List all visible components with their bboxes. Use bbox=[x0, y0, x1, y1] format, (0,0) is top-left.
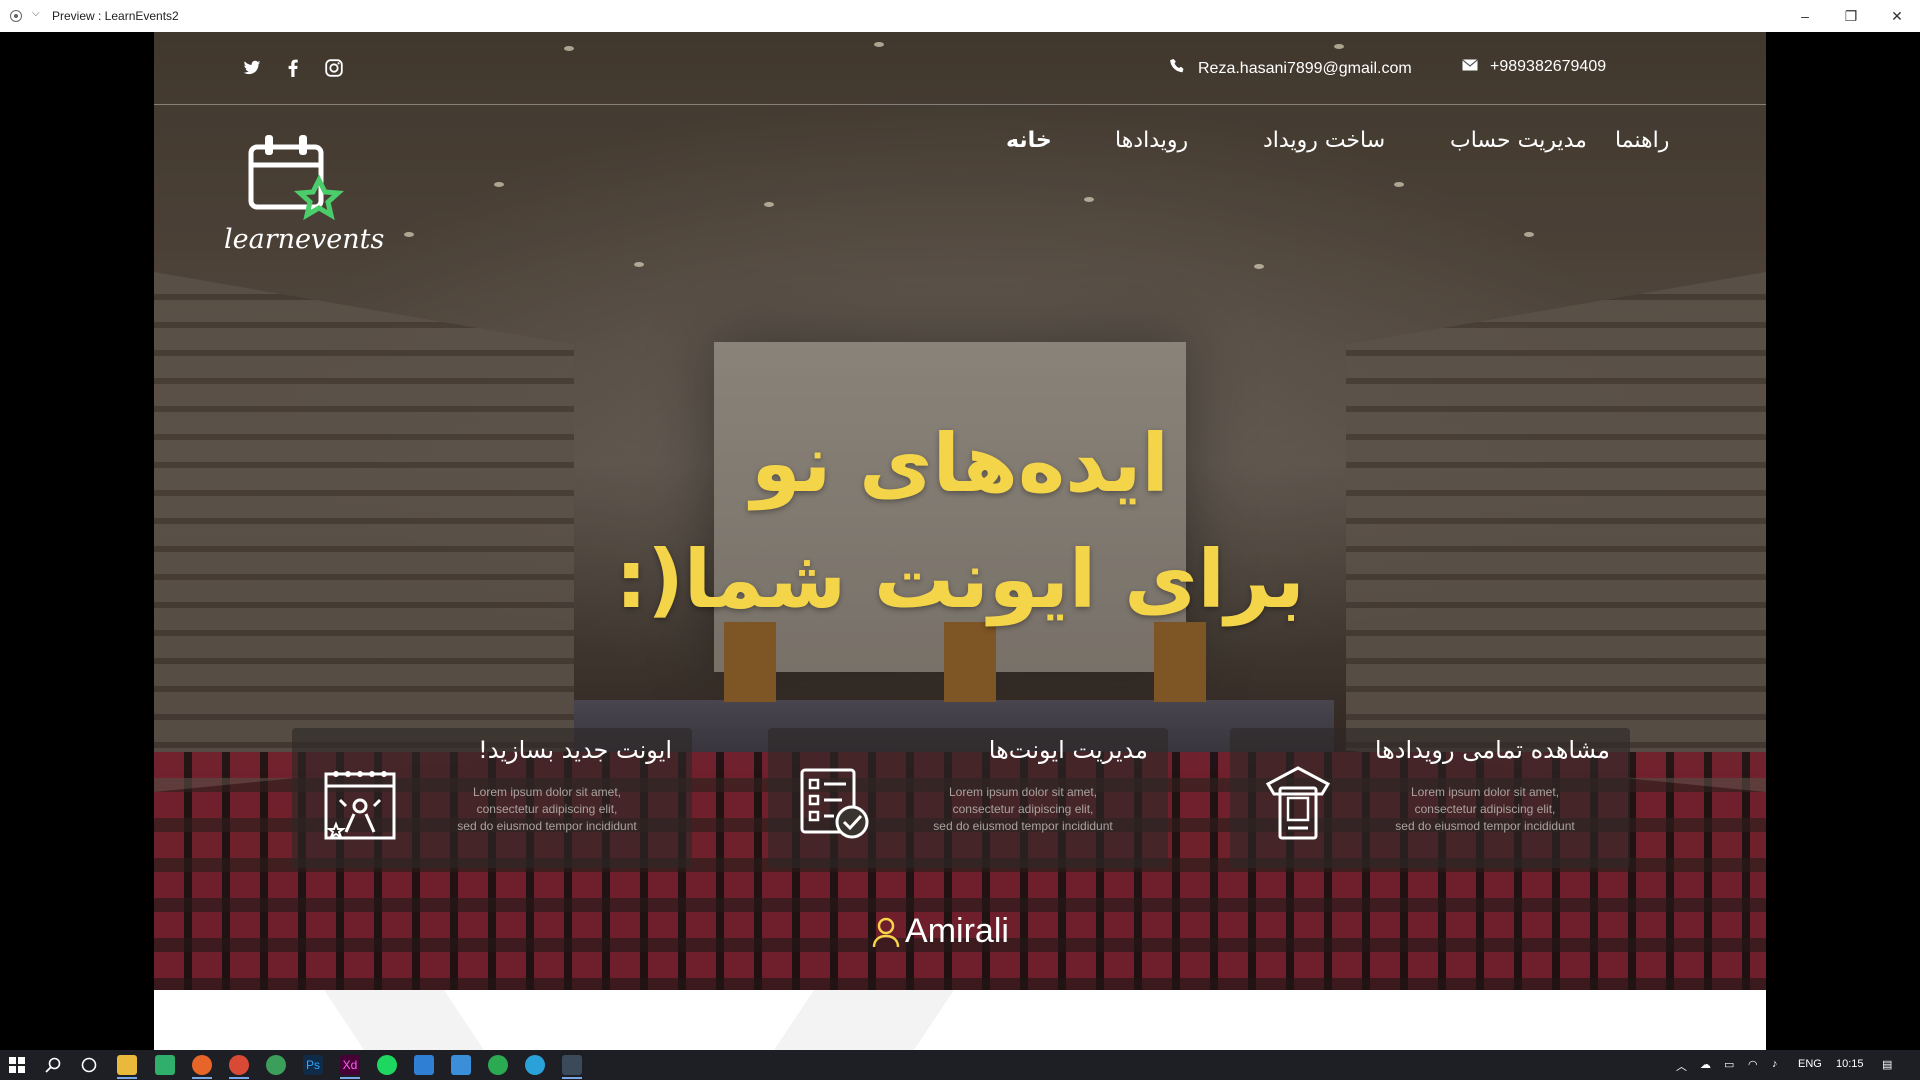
window-titlebar: ⌵ Preview : LearnEvents2 – ❐ ✕ bbox=[0, 0, 1920, 32]
photoshop-icon[interactable]: Ps bbox=[303, 1055, 323, 1075]
chevron-down-icon[interactable]: ⌵ bbox=[32, 8, 40, 19]
battery-icon[interactable]: ▭ bbox=[1724, 1058, 1734, 1071]
app-icon bbox=[10, 10, 22, 22]
content-section bbox=[154, 990, 1766, 1050]
ticket-icon bbox=[1265, 766, 1331, 840]
user-profile[interactable]: Amirali bbox=[154, 912, 1766, 951]
card-description: Lorem ipsum dolor sit amet, consectetur a… bbox=[457, 785, 637, 833]
app-green2-icon[interactable] bbox=[488, 1055, 508, 1075]
hero-headline-line2: برای ایونت شما(: bbox=[615, 533, 1305, 626]
hero-section: Reza.hasani7899@gmail.com +989382679409 … bbox=[154, 32, 1766, 990]
party-calendar-icon bbox=[324, 771, 396, 840]
vscode-icon[interactable] bbox=[414, 1055, 434, 1075]
file-explorer-icon[interactable] bbox=[117, 1055, 137, 1079]
site-logo[interactable]: learnevents bbox=[224, 132, 385, 262]
contact-bar: Reza.hasani7899@gmail.com +989382679409 bbox=[154, 32, 1766, 105]
checklist-icon bbox=[800, 768, 869, 839]
app-green-icon[interactable] bbox=[155, 1055, 175, 1075]
wifi-icon[interactable]: ◠ bbox=[1748, 1058, 1758, 1071]
clock[interactable]: 10:15 bbox=[1836, 1058, 1864, 1070]
firefox-icon[interactable] bbox=[192, 1055, 212, 1079]
search-icon[interactable] bbox=[43, 1055, 63, 1075]
notifications-icon[interactable]: ▤ bbox=[1882, 1058, 1892, 1071]
window-title: Preview : LearnEvents2 bbox=[52, 9, 179, 23]
card-description: Lorem ipsum dolor sit amet, consectetur a… bbox=[933, 785, 1113, 833]
nav-item-events[interactable]: رویدادها bbox=[1115, 128, 1188, 153]
user-name: Amirali bbox=[905, 912, 1009, 950]
feature-card-manage[interactable]: مدیریت ایونت‌ها Lorem ipsum dolor sit am… bbox=[768, 728, 1168, 868]
nav-item-account[interactable]: مدیریت حساب bbox=[1450, 128, 1587, 153]
language-indicator[interactable]: ENG bbox=[1798, 1058, 1822, 1070]
preview-page: Reza.hasani7899@gmail.com +989382679409 … bbox=[154, 32, 1766, 1050]
feature-card-create[interactable]: ایونت جدید بسازید! Lorem ipsum dolor sit… bbox=[292, 728, 692, 868]
nav-item-home[interactable]: خانه bbox=[1006, 128, 1052, 153]
nav-item-guide[interactable]: راهنما bbox=[1615, 128, 1669, 153]
app-blue-icon[interactable] bbox=[451, 1055, 471, 1075]
card-title: مدیریت ایونت‌ها bbox=[988, 736, 1148, 764]
mail-icon bbox=[1462, 58, 1478, 76]
facebook-icon[interactable] bbox=[281, 56, 305, 80]
card-title: ایونت جدید بسازید! bbox=[478, 736, 672, 764]
cloud-icon[interactable]: ☁ bbox=[1700, 1058, 1711, 1071]
volume-icon[interactable]: ♪ bbox=[1772, 1058, 1778, 1070]
phone-icon bbox=[1170, 58, 1186, 79]
card-description: Lorem ipsum dolor sit amet, consectetur a… bbox=[1395, 785, 1575, 833]
feature-card-view-all[interactable]: مشاهده تمامی رویدادها Lorem ipsum dolor … bbox=[1230, 728, 1630, 868]
chrome-icon[interactable] bbox=[229, 1055, 249, 1079]
email-contact[interactable]: Reza.hasani7899@gmail.com bbox=[1170, 58, 1412, 79]
spotify-icon[interactable] bbox=[377, 1055, 397, 1075]
instagram-icon[interactable] bbox=[322, 56, 346, 80]
phone-contact[interactable]: +989382679409 bbox=[1462, 58, 1606, 76]
user-icon bbox=[872, 917, 900, 947]
decorative-background bbox=[324, 990, 954, 1050]
tray-chevron-icon[interactable]: ︿ bbox=[1676, 1058, 1687, 1074]
close-button[interactable]: ✕ bbox=[1874, 0, 1920, 32]
phone-text[interactable]: +989382679409 bbox=[1490, 58, 1606, 76]
email-text[interactable]: Reza.hasani7899@gmail.com bbox=[1198, 60, 1412, 78]
card-title: مشاهده تمامی رویدادها bbox=[1374, 736, 1610, 764]
windows-taskbar: Ps Xd ︿ ☁ ▭ ◠ ♪ ENG 10:15 ▤ bbox=[0, 1050, 1920, 1080]
cortana-icon[interactable] bbox=[79, 1055, 99, 1075]
xd-icon[interactable]: Xd bbox=[340, 1055, 360, 1079]
hero-headline-line1: ایده‌های نو bbox=[751, 417, 1169, 510]
edge-icon[interactable] bbox=[266, 1055, 286, 1075]
restore-button[interactable]: ❐ bbox=[1828, 0, 1874, 32]
calendar-star-icon bbox=[248, 135, 345, 221]
logo-text: learnevents bbox=[224, 224, 385, 255]
nav-item-create-event[interactable]: ساخت رویداد bbox=[1263, 128, 1385, 153]
twitter-icon[interactable] bbox=[240, 56, 264, 80]
minimize-button[interactable]: – bbox=[1782, 0, 1828, 32]
start-icon[interactable] bbox=[7, 1055, 27, 1075]
telegram-icon[interactable] bbox=[525, 1055, 545, 1075]
terminal-icon[interactable] bbox=[562, 1055, 582, 1079]
